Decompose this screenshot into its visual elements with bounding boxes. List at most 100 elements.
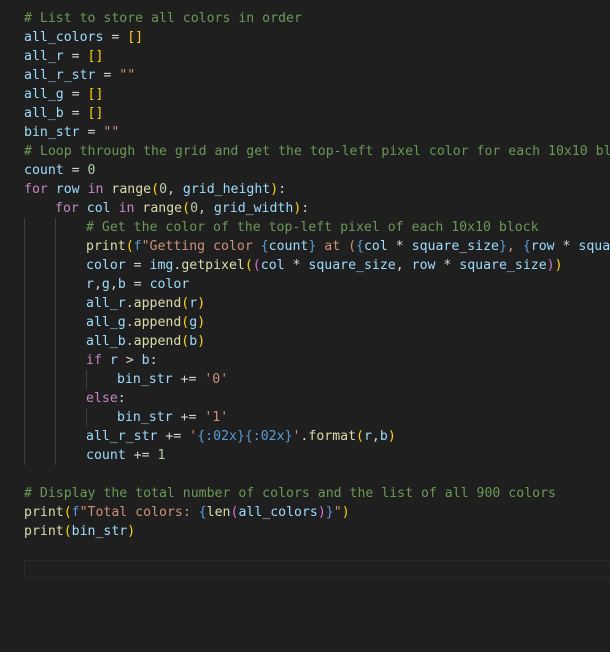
code-token: bin_str [71,524,128,539]
code-token: b [141,353,150,368]
indent-guide [55,408,86,427]
code-token: all_g [86,315,126,330]
code-token: '0' [204,372,229,387]
code-token: "Getting color [141,239,261,254]
indent-guide [24,313,55,332]
indent-guide [24,218,55,237]
code-token: ( [63,524,72,539]
indent-guide [55,332,86,351]
code-line[interactable]: bin_str = "" [24,123,610,142]
code-token: += [172,410,205,425]
code-token: square_size [411,239,499,254]
code-token: ) [317,505,326,520]
code-token: all_r_str [86,429,158,444]
indent-guide [24,446,55,465]
code-token: # List to store all colors in order [24,11,302,26]
code-line[interactable]: # List to store all colors in order [24,9,610,28]
code-token: [] [87,106,104,121]
code-line[interactable]: print(f"Getting color {count} at ({col *… [24,237,610,256]
code-token: : [149,353,158,368]
code-token: bin_str [24,125,80,140]
code-token: , [93,277,102,292]
code-token: for [24,182,48,197]
code-token: img [149,258,174,273]
code-token: b [379,429,388,444]
code-token: all_r_str [24,68,96,83]
code-line[interactable]: count = 0 [24,161,610,180]
code-line[interactable]: bin_str += '1' [24,408,610,427]
code-token: row [55,182,80,197]
code-token: 1 [157,448,166,463]
code-token: , [198,201,214,216]
indent-guide [24,427,55,446]
code-token: square_size [308,258,396,273]
code-token: * [284,258,309,273]
code-token: all_colors [238,505,318,520]
code-token: count [268,239,309,254]
code-line[interactable]: bin_str += '0' [24,370,610,389]
code-line[interactable]: print(f"Total colors: {len(all_colors)}"… [24,503,610,522]
code-token: 0 [87,163,96,178]
code-line[interactable]: else: [24,389,610,408]
code-area[interactable]: # List to store all colors in order all_c… [24,9,610,541]
code-line[interactable]: all_g = [] [24,85,610,104]
code-token: grid_height [182,182,271,197]
code-line[interactable]: all_r = [] [24,47,610,66]
indent-guide [24,351,55,370]
code-token: += [157,429,190,444]
code-token: format [308,429,357,444]
code-token: range [142,201,183,216]
code-token: all_r [86,296,126,311]
code-line[interactable]: color = img.getpixel((col * square_size,… [24,256,610,275]
code-token: = [125,258,150,273]
code-editor[interactable]: # List to store all colors in order all_c… [0,0,610,652]
code-token: = [103,30,128,45]
code-token: # Display the total number of colors and… [24,486,556,501]
code-line[interactable]: if r > b: [24,351,610,370]
code-line[interactable]: # Get the color of the top-left pixel of… [24,218,610,237]
code-line[interactable]: all_r_str = "" [24,66,610,85]
code-line[interactable]: # Loop through the grid and get the top-… [24,142,610,161]
indent-guide [24,237,55,256]
code-token: ) [341,505,350,520]
code-token: } [325,505,334,520]
indent-guide [55,427,86,446]
code-line[interactable]: # Display the total number of colors and… [24,484,610,503]
code-token: append [133,315,182,330]
code-token: += [125,448,158,463]
indent-guide [24,275,55,294]
code-token: > [117,353,142,368]
code-token: all_b [24,106,64,121]
code-line[interactable]: all_g.append(g) [24,313,610,332]
code-line[interactable]: for row in range(0, grid_height): [24,180,610,199]
code-line[interactable]: count += 1 [24,446,610,465]
code-token: f [133,239,142,254]
code-token: f [71,505,80,520]
code-token: {:02x}{:02x} [197,429,293,444]
code-line[interactable]: all_b = [] [24,104,610,123]
code-token: "" [119,68,136,83]
code-line[interactable]: r,g,b = color [24,275,610,294]
code-token: else [86,391,118,406]
code-token: , [167,182,183,197]
empty-output-line[interactable] [24,560,610,578]
code-line[interactable]: all_colors = [] [24,28,610,47]
indent-guide [24,256,55,275]
code-token: ( [244,258,253,273]
code-line[interactable]: print(bin_str) [24,522,610,541]
code-line[interactable]: for col in range(0, grid_width): [24,199,610,218]
indent-guide [55,370,86,389]
code-line[interactable]: all_r_str += '{:02x}{:02x}'.format(r,b) [24,427,610,446]
code-token: in [87,182,104,197]
code-line[interactable] [24,465,610,484]
code-token: , [395,258,412,273]
code-line[interactable]: all_r.append(r) [24,294,610,313]
code-token: , [109,277,118,292]
code-token: ) [197,334,206,349]
indent-guide [55,351,86,370]
code-token: print [24,524,64,539]
code-line[interactable]: all_b.append(b) [24,332,610,351]
code-token: grid_width [213,201,294,216]
code-token: all_r [24,49,64,64]
